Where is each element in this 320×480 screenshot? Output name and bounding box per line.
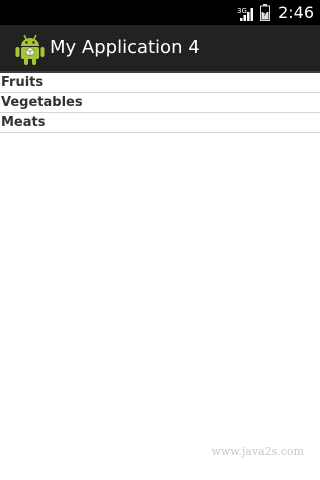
android-icon[interactable] <box>14 32 46 66</box>
watermark: www.java2s.com <box>211 445 304 458</box>
clock: 2:46 <box>278 3 314 22</box>
category-list: Fruits Vegetables Meats <box>0 73 320 133</box>
app-title: My Application 4 <box>50 37 200 58</box>
status-bar: 3G 2:46 <box>0 0 320 25</box>
list-item-vegetables[interactable]: Vegetables <box>0 93 320 113</box>
list-item-fruits[interactable]: Fruits <box>0 73 320 93</box>
list-item-meats[interactable]: Meats <box>0 113 320 133</box>
action-bar: My Application 4 <box>0 25 320 73</box>
screen: 3G 2:46 My Application 4 Fruits Vegetabl… <box>0 0 320 480</box>
battery-icon <box>260 4 271 21</box>
status-icons: 3G 2:46 <box>237 0 314 25</box>
signal-icon: 3G <box>237 5 254 21</box>
